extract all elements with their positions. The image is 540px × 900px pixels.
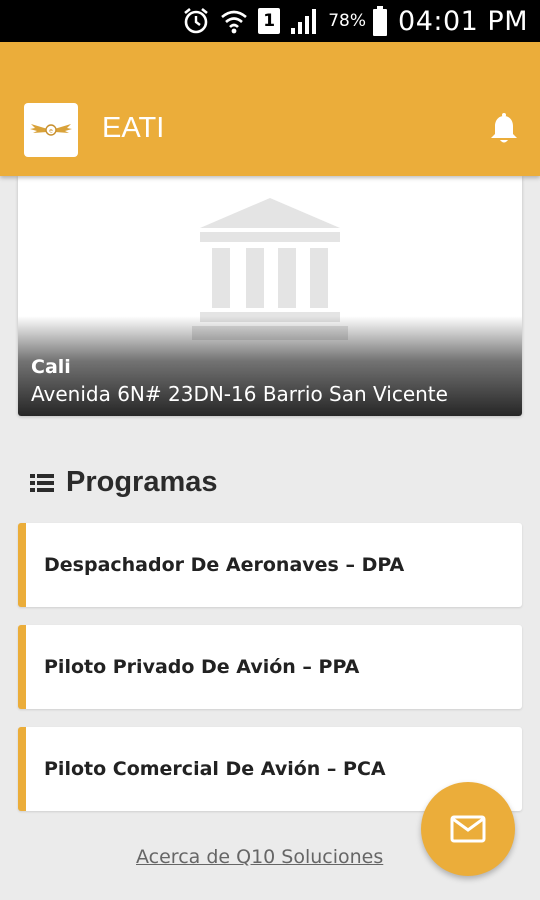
location-city: Cali (31, 356, 71, 378)
svg-text:e: e (49, 128, 53, 135)
program-label: Piloto Privado De Avión – PPA (44, 656, 360, 678)
programs-heading: Programas (30, 466, 218, 499)
wifi-icon (220, 7, 248, 35)
location-address: Avenida 6N# 23DN-16 Barrio San Vicente (31, 382, 448, 406)
status-bar: 1 78% 04:01 PM (0, 0, 540, 42)
mail-icon (450, 815, 486, 843)
program-item-dpa[interactable]: Despachador De Aeronaves – DPA (18, 523, 522, 607)
alarm-icon (182, 7, 210, 35)
wings-logo-icon: e (30, 124, 72, 136)
list-icon (30, 473, 54, 492)
sim-icon: 1 (258, 8, 281, 34)
program-label: Piloto Comercial De Avión – PCA (44, 758, 386, 780)
program-item-ppa[interactable]: Piloto Privado De Avión – PPA (18, 625, 522, 709)
contact-fab-button[interactable] (421, 782, 515, 876)
bell-icon[interactable] (488, 112, 520, 146)
program-label: Despachador De Aeronaves – DPA (44, 554, 405, 576)
about-link[interactable]: Acerca de Q10 Soluciones (136, 846, 383, 868)
app-bar: e EATI (0, 42, 540, 176)
eati-logo[interactable]: e (24, 103, 78, 157)
status-time: 04:01 PM (398, 5, 528, 37)
app-title: EATI (102, 112, 165, 144)
location-card[interactable]: Cali Avenida 6N# 23DN-16 Barrio San Vice… (18, 176, 522, 416)
battery-percent: 78% (328, 11, 367, 31)
signal-icon (290, 8, 318, 34)
battery-icon (372, 6, 388, 36)
programs-title: Programas (66, 466, 218, 498)
